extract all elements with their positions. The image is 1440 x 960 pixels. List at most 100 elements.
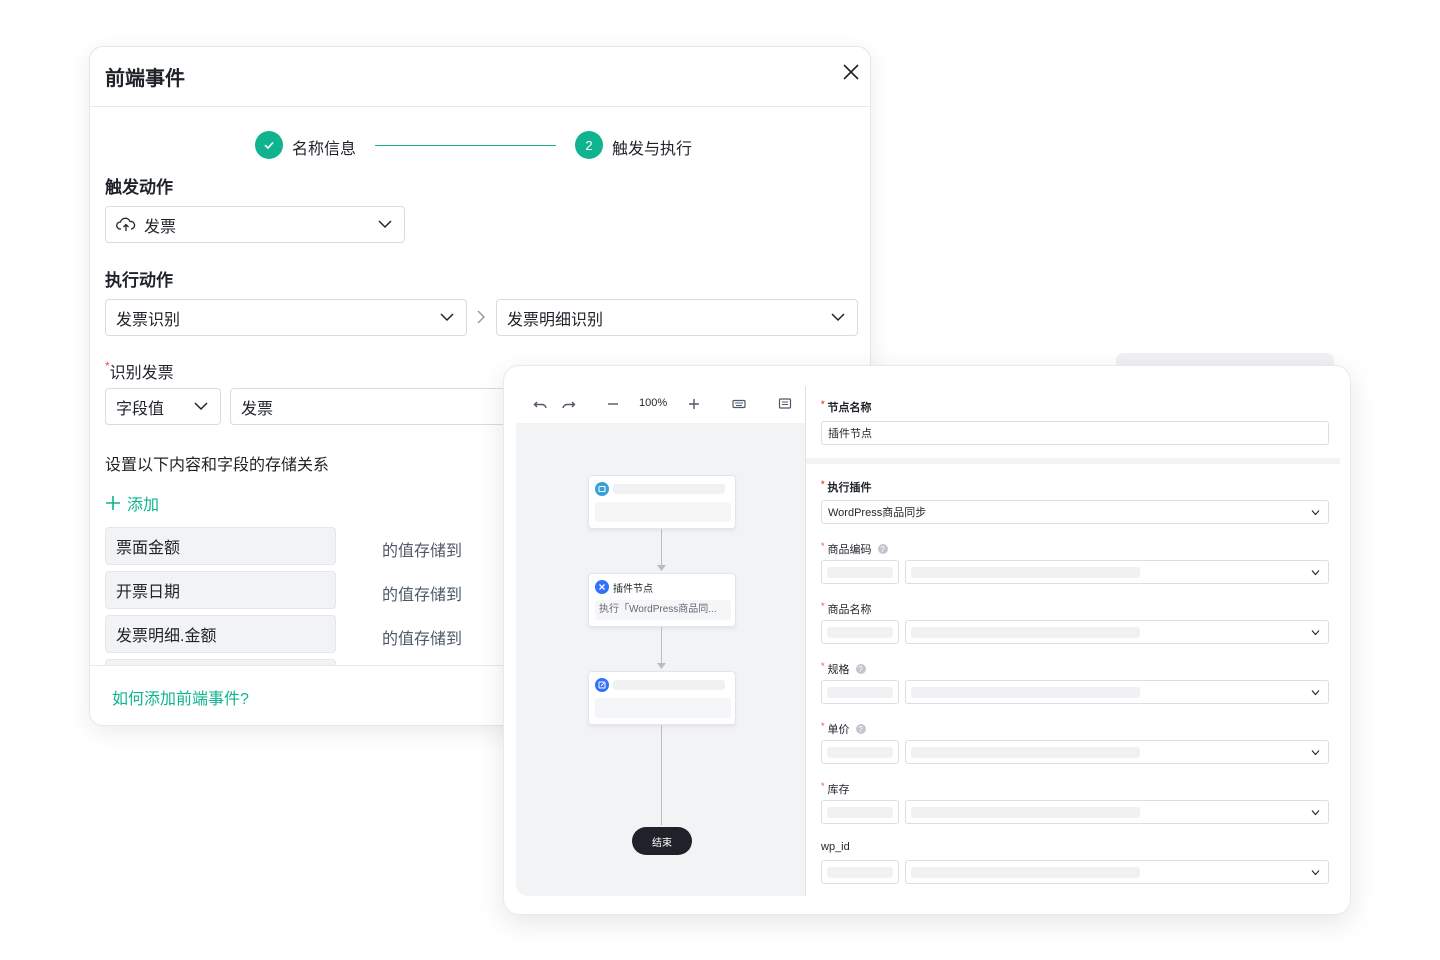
redo-icon[interactable] xyxy=(559,395,577,413)
plugin-node-title: 插件节点 xyxy=(613,584,653,595)
step-indicator: 名称信息 2 触发与执行 xyxy=(90,131,870,161)
skeleton-bar xyxy=(911,687,1140,698)
chevron-down-icon xyxy=(1311,870,1320,876)
plugin-select[interactable]: WordPress商品同步 xyxy=(821,500,1329,524)
add-mapping-label: 添加 xyxy=(127,497,160,514)
chevron-down-icon xyxy=(194,402,208,411)
chevron-down-icon xyxy=(1311,510,1320,516)
section-divider xyxy=(806,458,1340,464)
workflow-node-1[interactable] xyxy=(588,475,736,529)
add-mapping-button[interactable]: 添加 xyxy=(105,491,159,515)
field-source-select[interactable] xyxy=(821,560,899,584)
trigger-select-value: 发票 xyxy=(144,218,177,236)
skeleton-bar xyxy=(613,484,725,494)
connector-line xyxy=(661,725,662,825)
field-type-select[interactable]: 字段值 xyxy=(105,388,221,425)
trigger-select[interactable]: 发票 xyxy=(105,206,405,243)
field-value-select[interactable] xyxy=(905,800,1329,824)
workflow-canvas[interactable]: 插件节点 执行「WordPress商品同... 结束 xyxy=(516,423,805,896)
skeleton-bar xyxy=(911,807,1140,818)
field-value-select[interactable]: 发票 xyxy=(230,388,530,425)
undo-icon[interactable] xyxy=(532,395,550,413)
help-icon[interactable]: ? xyxy=(855,664,866,674)
node-name-label-text: 节点名称 xyxy=(827,402,872,414)
skeleton-bar xyxy=(827,747,893,758)
mapping-field-1[interactable]: 票面金额 xyxy=(105,527,336,565)
chevron-down-icon xyxy=(1311,630,1320,636)
help-icon[interactable]: ? xyxy=(877,544,888,554)
field-label-text: 规格 xyxy=(827,664,850,676)
field-source-select[interactable] xyxy=(821,680,899,704)
mapping-suffix-3: 的值存储到 xyxy=(382,631,463,648)
chevron-down-icon xyxy=(1311,690,1320,696)
recognize-invoice-text: 识别发票 xyxy=(109,365,174,382)
edit-icon xyxy=(595,678,609,692)
field-label-text: 商品名称 xyxy=(827,604,872,616)
step-2-number: 2 xyxy=(575,131,603,159)
node-name-input[interactable]: 插件节点 xyxy=(821,421,1329,445)
field-value-select[interactable] xyxy=(905,680,1329,704)
field-source-select[interactable] xyxy=(821,740,899,764)
chevron-down-icon xyxy=(1311,570,1320,576)
workflow-editor-panel: 100% 插件节点 执行「WordPress商品同... 结束 * 节点名称 插… xyxy=(503,365,1351,915)
help-icon[interactable]: ? xyxy=(855,724,866,734)
connector-line xyxy=(661,627,662,665)
field-source-select[interactable] xyxy=(821,860,899,884)
workflow-node-plugin[interactable]: 插件节点 执行「WordPress商品同... xyxy=(588,573,736,627)
chevron-down-icon xyxy=(378,220,392,229)
field-source-select[interactable] xyxy=(821,800,899,824)
end-node[interactable]: 结束 xyxy=(632,827,692,855)
step-connector xyxy=(375,145,556,146)
mapping-suffix-1: 的值存储到 xyxy=(382,543,463,560)
skeleton-bar xyxy=(827,627,893,638)
chevron-right-icon xyxy=(477,310,485,324)
field-value-select[interactable] xyxy=(905,740,1329,764)
chevron-down-icon xyxy=(831,313,845,322)
field-label-price: * 单价? xyxy=(821,721,866,737)
plugin-label: * 执行插件 xyxy=(821,479,872,494)
mapping-suffix-2: 的值存储到 xyxy=(382,587,463,604)
skeleton-bar xyxy=(827,807,893,818)
workflow-node-3[interactable] xyxy=(588,671,736,725)
node-name-label: * 节点名称 xyxy=(821,399,872,414)
arrow-down-icon xyxy=(657,663,666,669)
field-label-stock: * 库存 xyxy=(821,781,850,796)
execute-action-select[interactable]: 发票识别 xyxy=(105,299,467,336)
cloud-upload-icon xyxy=(116,217,136,231)
storage-description: 设置以下内容和字段的存储关系 xyxy=(105,457,330,474)
skeleton-block xyxy=(595,698,731,718)
canvas-toolbar: 100% xyxy=(516,386,805,423)
trigger-section-title: 触发动作 xyxy=(105,178,173,197)
help-link[interactable]: 如何添加前端事件? xyxy=(112,685,249,709)
plugin-select-value: WordPress商品同步 xyxy=(828,507,927,519)
node-properties: * 节点名称 插件节点 * 执行插件 WordPress商品同步 * 商品编码? * 商… xyxy=(806,386,1340,896)
plugin-node-description: 执行「WordPress商品同... xyxy=(595,600,731,620)
plus-icon xyxy=(106,496,120,510)
plugin-label-text: 执行插件 xyxy=(827,482,872,494)
close-icon[interactable] xyxy=(840,61,862,83)
field-value: 发票 xyxy=(241,400,274,418)
step-1-label: 名称信息 xyxy=(292,141,357,158)
dialog-header: 前端事件 xyxy=(90,47,870,107)
field-label-product-code: * 商品编码? xyxy=(821,541,888,557)
field-label-text: 单价 xyxy=(827,724,850,736)
zoom-out-icon[interactable] xyxy=(604,395,622,413)
chevron-down-icon xyxy=(1311,810,1320,816)
field-label-text: 库存 xyxy=(827,784,850,796)
mapping-field-2[interactable]: 开票日期 xyxy=(105,571,336,609)
field-value-select[interactable] xyxy=(905,560,1329,584)
field-value-select[interactable] xyxy=(905,860,1329,884)
mapping-field-3[interactable]: 发票明细.金额 xyxy=(105,615,336,653)
skeleton-bar xyxy=(827,687,893,698)
field-label-spec: * 规格? xyxy=(821,661,866,677)
execute-section-title: 执行动作 xyxy=(105,271,173,290)
execute-subaction-value: 发票明细识别 xyxy=(507,311,604,329)
field-value-select[interactable] xyxy=(905,620,1329,644)
zoom-in-icon[interactable] xyxy=(685,395,703,413)
field-label-text: wp_id xyxy=(821,841,850,853)
field-source-select[interactable] xyxy=(821,620,899,644)
chevron-down-icon xyxy=(440,313,454,322)
comment-icon[interactable] xyxy=(776,395,794,413)
execute-subaction-select[interactable]: 发票明细识别 xyxy=(496,299,858,336)
keyboard-icon[interactable] xyxy=(730,395,748,413)
